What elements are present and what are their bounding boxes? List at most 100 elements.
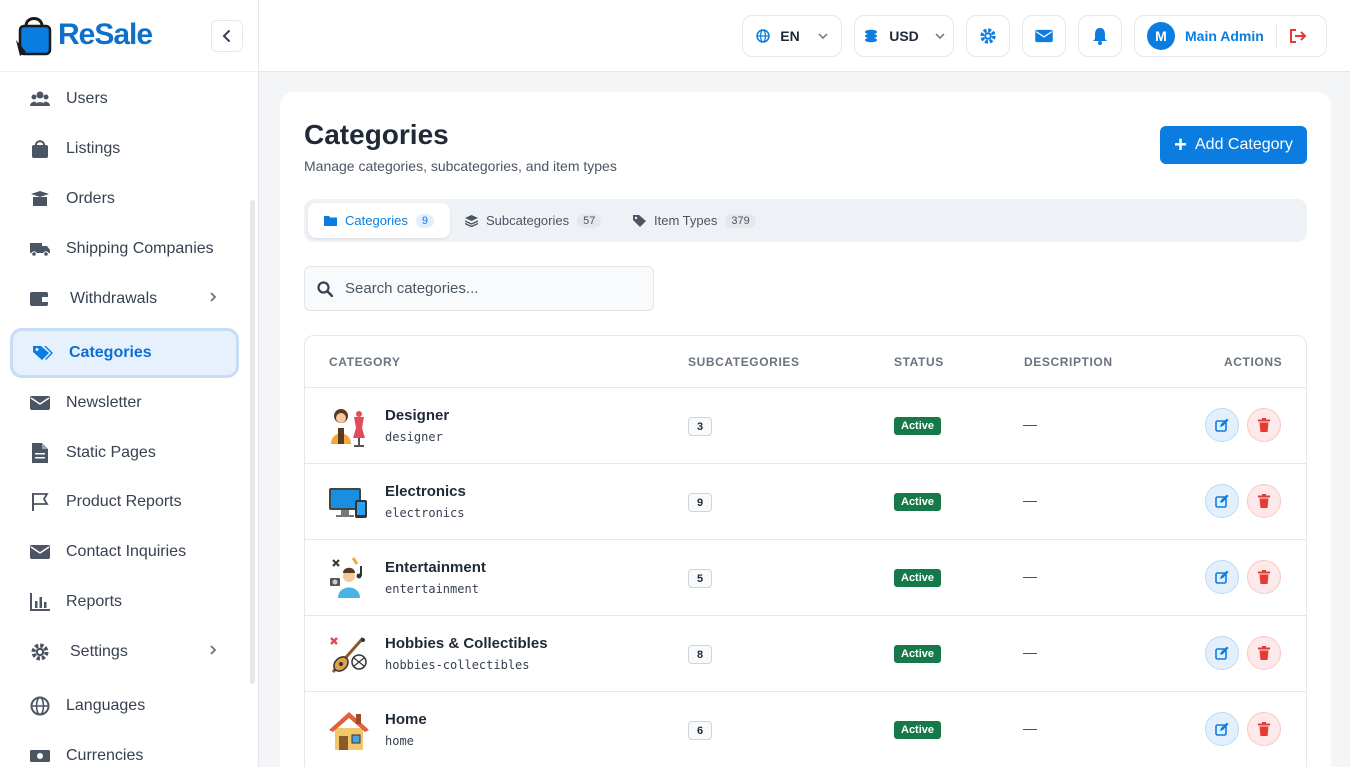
category-name: Electronics <box>385 483 466 500</box>
sidebar-scrollbar[interactable] <box>250 200 255 684</box>
subcategory-count: 6 <box>688 721 712 740</box>
category-slug: entertainment <box>385 582 479 596</box>
sidebar-item-product-reports[interactable]: Product Reports <box>10 477 239 527</box>
categories-card: Categories Manage categories, subcategor… <box>280 92 1331 767</box>
page-title: Categories <box>304 119 449 150</box>
file-icon <box>30 443 50 463</box>
subcategory-count: 9 <box>688 493 712 512</box>
sidebar-item-shipping-companies[interactable]: Shipping Companies <box>10 224 239 274</box>
collapse-sidebar-button[interactable] <box>211 20 243 52</box>
add-category-button[interactable]: + Add Category <box>1160 126 1307 164</box>
chevron-down-icon <box>818 33 828 39</box>
sidebar-item-reports[interactable]: Reports <box>10 577 239 627</box>
delete-button[interactable] <box>1247 712 1281 746</box>
sidebar-item-orders[interactable]: Orders <box>10 174 239 224</box>
tab-count: 379 <box>725 213 756 228</box>
search-box <box>304 266 654 311</box>
category-name: Hobbies & Collectibles <box>385 635 548 652</box>
sidebar-item-languages[interactable]: Languages <box>10 681 239 731</box>
logo-row: ReSale <box>0 0 258 72</box>
category-slug: designer <box>385 430 443 444</box>
subcategory-count: 5 <box>688 569 712 588</box>
tab-label: Item Types <box>654 213 718 228</box>
delete-button[interactable] <box>1247 408 1281 442</box>
delete-button[interactable] <box>1247 560 1281 594</box>
category-name: Designer <box>385 407 450 424</box>
status-badge: Active <box>894 569 942 587</box>
language-selector[interactable]: EN <box>742 15 842 57</box>
home-category-icon <box>327 708 371 752</box>
subcategory-count: 8 <box>688 645 712 664</box>
shopping-bag-logo-icon <box>16 17 52 56</box>
sidebar-item-contact-inquiries[interactable]: Contact Inquiries <box>10 527 239 577</box>
trash-icon <box>1258 646 1270 660</box>
user-menu[interactable]: M Main Admin <box>1134 15 1327 57</box>
users-icon <box>30 89 50 109</box>
column-header-actions: ACTIONS <box>1224 355 1283 369</box>
tab-label: Categories <box>345 213 408 228</box>
wallet-icon <box>30 289 50 309</box>
sidebar-item-withdrawals[interactable]: Withdrawals <box>10 274 239 324</box>
trash-icon <box>1258 722 1270 736</box>
tab-count: 57 <box>577 213 602 228</box>
sidebar-item-settings[interactable]: Settings <box>10 627 239 677</box>
bell-icon <box>1093 28 1107 45</box>
tab-categories[interactable]: Categories 9 <box>308 203 450 238</box>
edit-button[interactable] <box>1205 712 1239 746</box>
messages-button[interactable] <box>1022 15 1066 57</box>
table-header: CATEGORY SUBCATEGORIES STATUS DESCRIPTIO… <box>305 336 1306 388</box>
electronics-category-icon <box>327 480 371 524</box>
notifications-button[interactable] <box>1078 15 1122 57</box>
divider <box>1275 25 1277 47</box>
sidebar-item-static-pages[interactable]: Static Pages <box>10 428 239 478</box>
search-input[interactable] <box>345 280 635 297</box>
truck-icon <box>30 239 50 259</box>
sidebar-item-label: Contact Inquiries <box>66 543 187 560</box>
edit-button[interactable] <box>1205 636 1239 670</box>
description: — <box>1023 492 1037 508</box>
tab-item-types[interactable]: Item Types 379 <box>617 203 772 238</box>
entertainment-category-icon <box>327 556 371 600</box>
sidebar-item-label: Shipping Companies <box>66 240 214 257</box>
hobbies-category-icon <box>327 632 371 676</box>
tab-label: Subcategories <box>486 213 570 228</box>
table-row: Hobbies & Collectibles hobbies-collectib… <box>305 616 1306 692</box>
edit-button[interactable] <box>1205 408 1239 442</box>
sidebar: ReSale Users Listings Orders Shipping Co… <box>0 0 259 767</box>
currency-selector[interactable]: USD <box>854 15 954 57</box>
status-badge: Active <box>894 493 942 511</box>
trash-icon <box>1258 570 1270 584</box>
edit-button[interactable] <box>1205 484 1239 518</box>
tab-count: 9 <box>415 213 434 228</box>
category-slug: home <box>385 734 414 748</box>
logout-icon[interactable] <box>1289 28 1307 44</box>
settings-button[interactable] <box>966 15 1010 57</box>
sidebar-item-users[interactable]: Users <box>10 74 239 124</box>
sidebar-item-categories[interactable]: Categories <box>10 328 239 378</box>
table-row: Home home 6 Active — <box>305 692 1306 767</box>
sidebar-item-label: Newsletter <box>66 394 142 411</box>
sidebar-item-label: Users <box>66 90 108 107</box>
sidebar-item-listings[interactable]: Listings <box>10 124 239 174</box>
delete-button[interactable] <box>1247 636 1281 670</box>
description: — <box>1023 416 1037 432</box>
currency-value: USD <box>889 28 919 44</box>
sidebar-item-newsletter[interactable]: Newsletter <box>10 378 239 428</box>
delete-button[interactable] <box>1247 484 1281 518</box>
sidebar-item-label: Static Pages <box>66 444 156 461</box>
globe-icon <box>756 29 770 43</box>
edit-button[interactable] <box>1205 560 1239 594</box>
category-tabs: Categories 9 Subcategories 57 Item Types… <box>304 199 1307 242</box>
shopping-bag-icon <box>30 139 50 159</box>
globe-icon <box>30 696 50 716</box>
column-header-status: STATUS <box>894 355 944 369</box>
language-value: EN <box>780 28 800 44</box>
box-open-icon <box>30 189 50 209</box>
column-header-description: DESCRIPTION <box>1024 355 1113 369</box>
tab-subcategories[interactable]: Subcategories 57 <box>449 203 617 238</box>
sidebar-item-currencies[interactable]: Currencies <box>10 731 239 767</box>
logo[interactable]: ReSale <box>16 12 153 58</box>
subcategory-count: 3 <box>688 417 712 436</box>
page-subtitle: Manage categories, subcategories, and it… <box>304 158 617 174</box>
plus-icon: + <box>1174 132 1187 157</box>
